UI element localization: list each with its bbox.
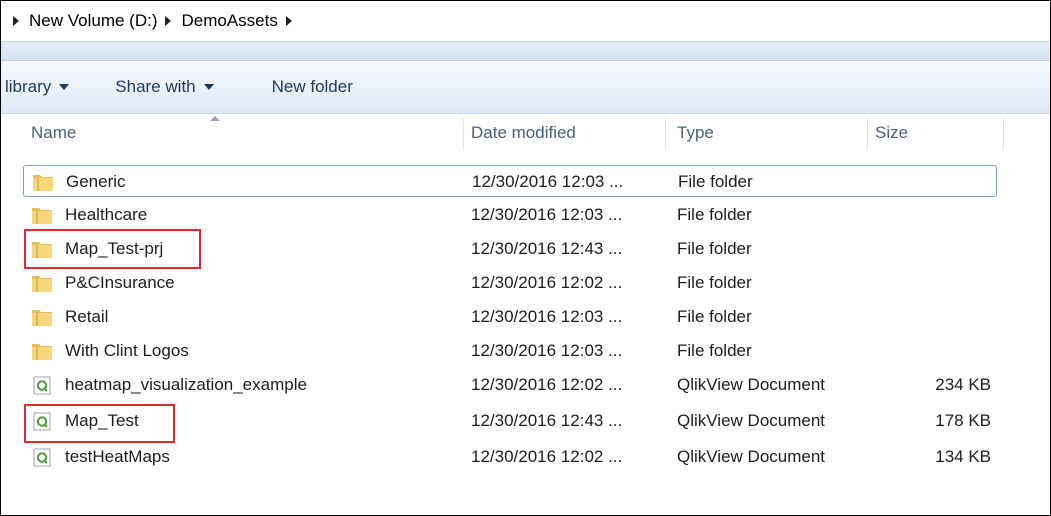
chevron-down-icon (203, 84, 214, 90)
list-item[interactable]: Retail 12/30/2016 12:03 ... File folder (23, 301, 997, 333)
column-divider[interactable] (665, 118, 666, 150)
chevron-down-icon (59, 84, 70, 90)
new-folder-button[interactable]: New folder (264, 71, 361, 103)
file-size (883, 301, 991, 333)
file-size (883, 233, 991, 265)
column-header-row: Name Date modified Type Size (1, 114, 1050, 152)
file-size (883, 199, 991, 231)
column-header-type-label: Type (677, 123, 714, 142)
file-size: 134 KB (935, 447, 991, 466)
column-header-size[interactable]: Size (867, 114, 1003, 152)
file-name: Generic (66, 172, 126, 191)
date-modified: 12/30/2016 12:43 ... (471, 239, 623, 258)
breadcrumb-item-volume[interactable]: New Volume (D:) (29, 11, 157, 31)
file-type: QlikView Document (677, 375, 826, 394)
address-bar-divider (1, 41, 1050, 61)
folder-icon (32, 208, 52, 224)
file-name: With Clint Logos (65, 341, 189, 360)
date-modified: 12/30/2016 12:03 ... (471, 341, 623, 360)
file-size (884, 166, 992, 198)
column-divider[interactable] (1003, 118, 1004, 150)
date-modified: 12/30/2016 12:03 ... (471, 307, 623, 326)
file-name: Retail (65, 307, 109, 326)
file-size: 234 KB (935, 375, 991, 394)
new-folder-label: New folder (271, 77, 353, 96)
file-name: Healthcare (65, 205, 148, 224)
file-type: File folder (677, 239, 752, 258)
share-button-label: Share with (115, 77, 196, 96)
file-name: testHeatMaps (65, 447, 170, 466)
date-modified: 12/30/2016 12:02 ... (471, 447, 623, 466)
list-item[interactable]: P&CInsurance 12/30/2016 12:02 ... File f… (23, 267, 997, 299)
list-item[interactable]: testHeatMaps 12/30/2016 12:02 ... QlikVi… (23, 441, 997, 473)
list-item[interactable]: Generic 12/30/2016 12:03 ... File folder (23, 165, 997, 197)
column-header-name-label: Name (31, 123, 77, 142)
date-modified: 12/30/2016 12:03 ... (471, 205, 623, 224)
folder-icon (33, 175, 53, 191)
date-modified: 12/30/2016 12:03 ... (472, 172, 624, 191)
column-header-name[interactable]: Name (23, 114, 463, 152)
list-item[interactable]: heatmap_visualization_example 12/30/2016… (23, 369, 997, 401)
column-header-type[interactable]: Type (669, 114, 867, 152)
list-item[interactable]: With Clint Logos 12/30/2016 12:03 ... Fi… (23, 335, 997, 367)
explorer-window: New Volume (D:) DemoAssets library Share… (0, 0, 1051, 516)
breadcrumb-arrow-icon[interactable] (165, 16, 172, 26)
highlight-box-map-test-prj (24, 229, 201, 269)
qlikview-document-icon (33, 448, 51, 467)
library-button-label: library (5, 77, 52, 96)
date-modified: 12/30/2016 12:02 ... (471, 375, 623, 394)
qlikview-document-icon (33, 376, 51, 395)
file-size (883, 335, 991, 367)
list-item[interactable]: Healthcare 12/30/2016 12:03 ... File fol… (23, 199, 997, 231)
sort-ascending-icon (210, 116, 220, 121)
share-with-button[interactable]: Share with (107, 71, 221, 103)
command-toolbar: library Share with New folder (1, 61, 1050, 114)
folder-icon (32, 276, 52, 292)
file-size (883, 267, 991, 299)
folder-icon (32, 310, 52, 326)
file-type: File folder (677, 341, 752, 360)
file-type: File folder (677, 205, 752, 224)
column-header-date[interactable]: Date modified (463, 114, 665, 152)
breadcrumb-item-demoassets[interactable]: DemoAssets (181, 11, 277, 31)
date-modified: 12/30/2016 12:02 ... (471, 273, 623, 292)
column-header-size-label: Size (875, 123, 909, 142)
include-in-library-button[interactable]: library (1, 71, 77, 103)
file-type: File folder (678, 172, 753, 191)
file-type: File folder (677, 307, 752, 326)
highlight-box-map-test (24, 404, 175, 443)
folder-icon (32, 344, 52, 360)
breadcrumb-arrow-icon[interactable] (13, 16, 19, 26)
address-bar[interactable]: New Volume (D:) DemoAssets (1, 1, 1050, 41)
column-header-date-label: Date modified (471, 123, 576, 142)
file-type: QlikView Document (677, 447, 826, 466)
file-name: heatmap_visualization_example (65, 375, 307, 394)
file-size: 178 KB (935, 411, 991, 430)
file-type: QlikView Document (677, 411, 826, 430)
date-modified: 12/30/2016 12:43 ... (471, 411, 623, 430)
file-type: File folder (677, 273, 752, 292)
file-name: P&CInsurance (65, 273, 175, 292)
breadcrumb-arrow-icon[interactable] (285, 16, 292, 26)
